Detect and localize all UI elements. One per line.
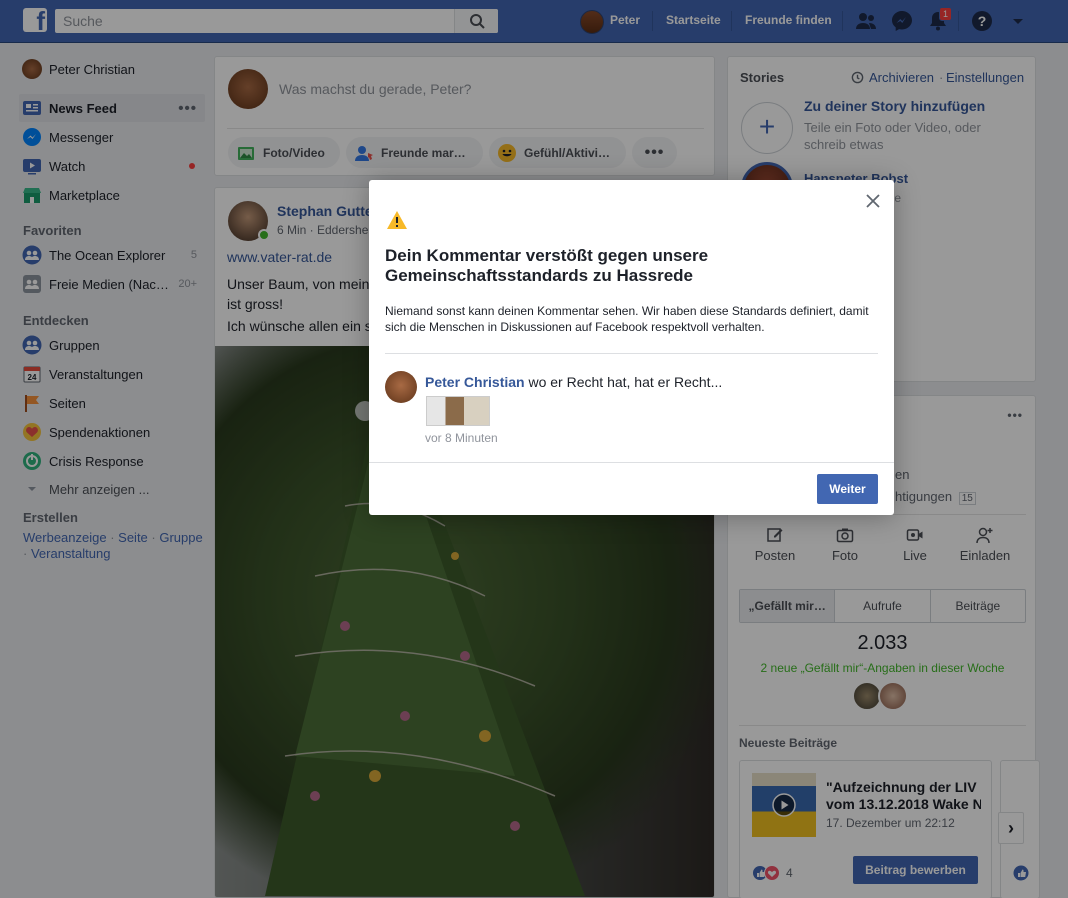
close-icon[interactable]	[864, 192, 882, 210]
comment-image	[426, 396, 490, 426]
comment-time: vor 8 Minuten	[425, 431, 498, 445]
topbar-dim-overlay	[0, 0, 1068, 43]
dialog-title: Dein Kommentar verstößt gegen unsere Gem…	[385, 246, 709, 285]
comment-author-name[interactable]: Peter Christian	[425, 374, 525, 390]
warning-icon	[387, 211, 407, 229]
comment-author-avatar	[385, 371, 417, 403]
comment-text: Peter Christian wo er Recht hat, hat er …	[425, 374, 723, 390]
dialog-description: Niemand sonst kann deinen Kommentar sehe…	[385, 304, 869, 334]
continue-button[interactable]: Weiter	[817, 474, 878, 504]
community-standards-dialog: Dein Kommentar verstößt gegen unsere Gem…	[369, 180, 894, 515]
